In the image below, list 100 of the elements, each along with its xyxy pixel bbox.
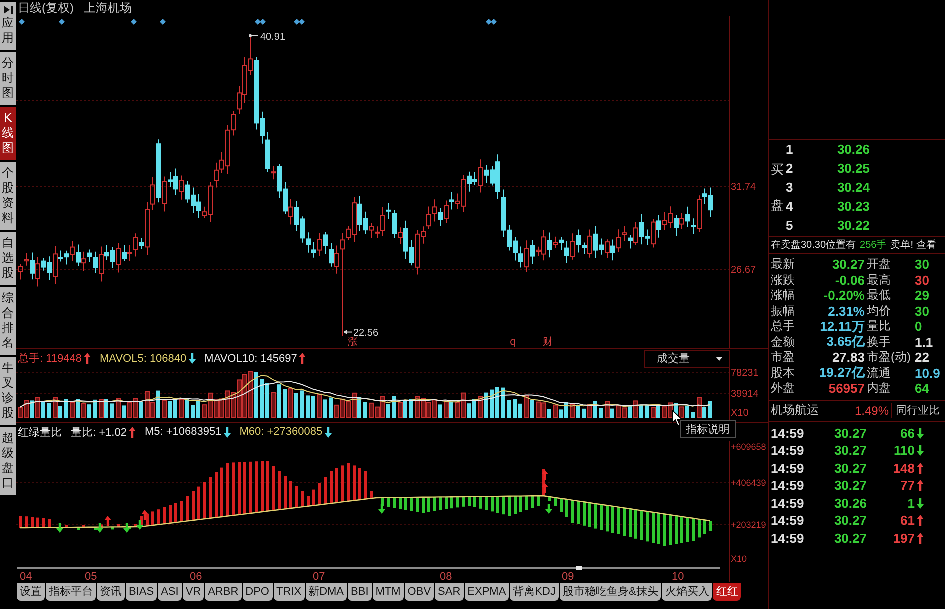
- event-mark: q: [510, 337, 516, 348]
- indicator-tab[interactable]: 火焰买入: [662, 583, 712, 601]
- indicator-axis-label: X10: [731, 554, 748, 564]
- sidebar-tab[interactable]: 自选股: [0, 232, 16, 285]
- indicator-tab[interactable]: BIAS: [126, 583, 158, 601]
- bid-rank: 1: [786, 142, 794, 157]
- indicator-tab[interactable]: 指标平台: [46, 583, 96, 601]
- indicator-tab[interactable]: 资讯: [97, 583, 125, 601]
- stat-value: 19.27亿: [818, 364, 866, 382]
- caret-icon: [716, 356, 723, 360]
- sidebar-tab[interactable]: 个股资料: [0, 162, 16, 230]
- tick-time: 14:59: [771, 496, 806, 511]
- bid-rank: 3: [786, 180, 794, 195]
- indicator-tab[interactable]: BBI: [348, 583, 372, 601]
- stat-value: 10.9: [915, 366, 942, 381]
- bid-price: 30.26: [836, 142, 870, 157]
- stat-label: 振幅: [771, 302, 796, 320]
- volume-axis-label: 39914: [731, 389, 759, 400]
- tick-price: 30.27: [833, 530, 867, 546]
- indicator-tab[interactable]: TRIX: [274, 583, 305, 601]
- tick-price: 30.27: [833, 426, 867, 441]
- diamond-marker-icon[interactable]: [59, 19, 65, 25]
- stat-value: 30.27: [831, 257, 866, 272]
- sidebar-tab[interactable]: 分时图: [0, 52, 16, 105]
- diamond-marker-icon[interactable]: [260, 19, 266, 25]
- indicator-tab[interactable]: VR: [182, 583, 204, 601]
- diamond-marker-icon[interactable]: [486, 19, 492, 25]
- stat-value: 30: [915, 272, 930, 288]
- indicator-tab[interactable]: 背离KDJ: [510, 583, 559, 601]
- indicator-tab[interactable]: 新DMA: [306, 583, 348, 601]
- sidebar-tab[interactable]: 应用: [0, 2, 16, 50]
- indicator-selector[interactable]: 成交量: [644, 350, 730, 368]
- date-label: 08: [440, 571, 452, 582]
- indicator-tab[interactable]: 股市稳吃鱼身&抹头: [560, 583, 662, 601]
- indicator-tab[interactable]: ARBR: [205, 583, 242, 601]
- sidebar-tab[interactable]: K线图: [0, 107, 16, 160]
- indicator-tab[interactable]: 设置: [17, 583, 45, 601]
- tick-volume: 197: [892, 530, 916, 546]
- stat-label: 均价: [867, 302, 892, 320]
- tick-volume: 66: [900, 426, 916, 441]
- indicator-tab[interactable]: ASI: [158, 583, 182, 601]
- indicator-help-button[interactable]: 指标说明: [680, 420, 736, 438]
- tick-time: 14:59: [771, 460, 806, 476]
- bid-price: 30.24: [836, 180, 870, 195]
- legend-text: MAVOL5: 106840: [100, 352, 187, 364]
- stat-label: 市盈: [771, 349, 796, 366]
- diamond-marker-icon[interactable]: [160, 19, 166, 25]
- price-axis-label: 26.67: [731, 265, 756, 276]
- indicator-tab[interactable]: EXPMA: [464, 583, 510, 601]
- indicator-tab[interactable]: MTM: [372, 583, 404, 601]
- bid-side-label: 买盘: [770, 161, 785, 216]
- bid-price: 30.22: [836, 218, 870, 233]
- stat-value: 12.11万: [819, 318, 866, 336]
- stat-label: 开盘: [867, 256, 892, 274]
- stat-label: 市盈(动): [867, 349, 912, 366]
- diamond-marker-icon[interactable]: [491, 19, 497, 25]
- indicator-axis-label: +609658: [731, 442, 766, 452]
- stat-label: 换手: [867, 334, 892, 351]
- leader-arrow: [344, 330, 353, 335]
- up-arrow-icon: [104, 516, 112, 526]
- stat-label: 总手: [771, 318, 796, 336]
- indicator-tab[interactable]: SAR: [435, 583, 464, 601]
- stat-value: -0.20%: [822, 288, 866, 304]
- stat-label: 涨跌: [771, 272, 796, 289]
- sidebar-tab[interactable]: 超级盘口: [0, 427, 16, 495]
- date-label: 10: [672, 571, 684, 582]
- stat-label: 涨幅: [771, 287, 796, 304]
- stat-value: 1.1: [915, 334, 934, 350]
- indicator-tab[interactable]: DPO: [242, 583, 272, 601]
- tick-time: 14:59: [771, 478, 806, 494]
- stat-value: 56957: [828, 381, 866, 396]
- stock-name: 上海机场: [84, 0, 132, 16]
- indicator-tab[interactable]: OBV: [404, 583, 434, 601]
- stat-label: 流通: [867, 364, 892, 382]
- diamond-marker-icon[interactable]: [255, 19, 261, 25]
- tick-volume: 110: [893, 443, 916, 458]
- tick-volume: 61: [900, 513, 916, 528]
- date-label: 04: [20, 571, 32, 582]
- diamond-marker-icon[interactable]: [294, 19, 300, 25]
- diamond-marker-icon[interactable]: [299, 19, 305, 25]
- tick-price: 30.26: [833, 496, 867, 511]
- industry-compare-button[interactable]: 同行业比: [891, 403, 940, 418]
- stat-value: 27.83: [831, 350, 866, 366]
- chart-title: 日线(复权): [18, 0, 74, 16]
- notice-link[interactable]: 卖单! 查看: [890, 238, 936, 252]
- event-mark: 财: [543, 337, 553, 348]
- indicator-tab[interactable]: 红红: [713, 583, 742, 601]
- diamond-marker-icon[interactable]: [131, 19, 137, 25]
- tick-price: 30.27: [833, 443, 867, 458]
- date-label: 05: [85, 571, 98, 582]
- stat-label: 最新: [771, 256, 796, 274]
- notice-volume: 256手: [860, 238, 887, 252]
- industry-name: 机场航运: [771, 402, 820, 419]
- diamond-marker-icon[interactable]: [19, 19, 25, 25]
- tick-time: 14:59: [771, 530, 806, 546]
- sidebar-tab[interactable]: 牛叉诊股: [0, 357, 16, 425]
- sidebar-tab[interactable]: 综合排名: [0, 287, 16, 355]
- date-label: 09: [562, 571, 574, 582]
- scroll-bar[interactable]: [17, 566, 720, 570]
- tick-time: 14:59: [771, 426, 806, 441]
